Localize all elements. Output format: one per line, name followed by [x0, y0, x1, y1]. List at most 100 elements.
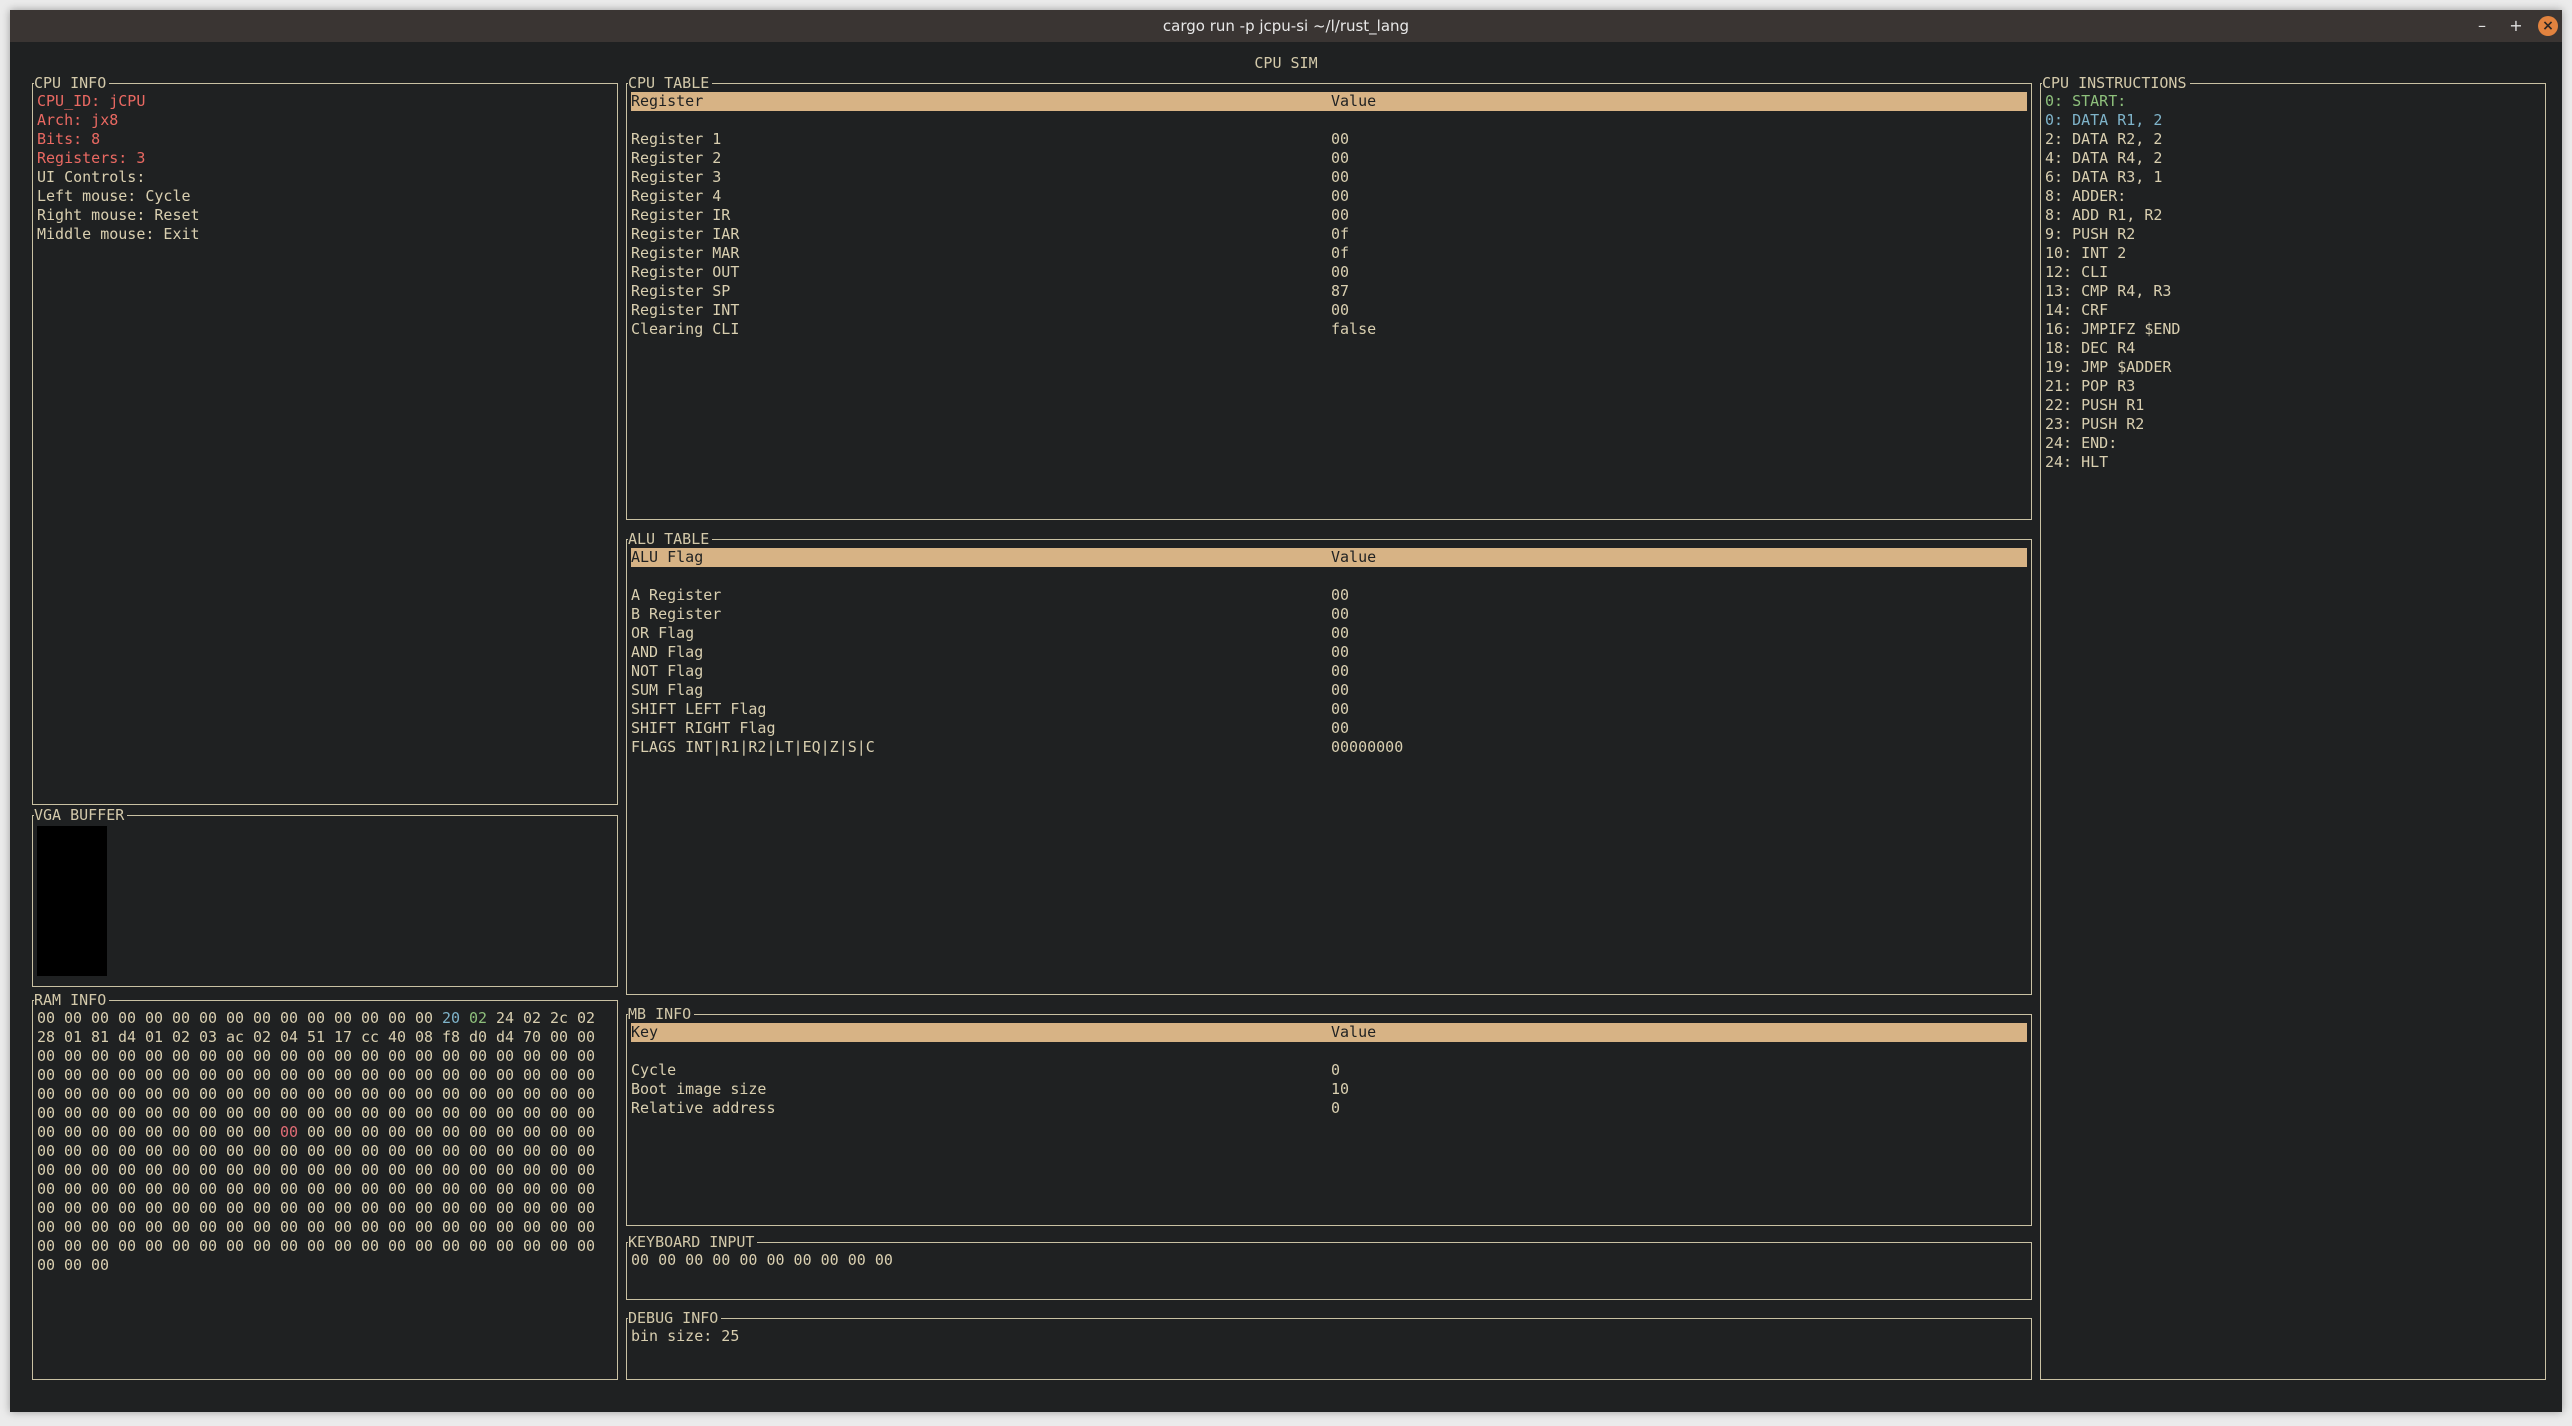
ram-row: 00 00 00 00 00 00 00 00 00 00 00 00 00 00 00 00 00 00 00 00…: [37, 1085, 613, 1104]
ram-byte: 00: [496, 1237, 515, 1255]
ram-row: 00 00 00 00 00 00 00 00 00 00 00 00 00 00 00 00 00 00 00 00…: [37, 1161, 613, 1180]
ram-byte: 00: [37, 1256, 56, 1274]
ram-byte: 00: [334, 1009, 353, 1027]
ram-byte: 00: [253, 1142, 272, 1160]
ram-byte: 00: [37, 1161, 56, 1179]
ram-byte: 02: [469, 1009, 488, 1027]
cpu-table-value: 00: [1331, 130, 1350, 148]
ram-row: 00 00 00 00 00 00 00 00 00 00 00 00 00 00 00 00 00 00 00 00…: [37, 1066, 613, 1085]
ram-byte: 00: [226, 1104, 245, 1122]
ram-byte: 00: [91, 1161, 110, 1179]
ram-byte: 00: [523, 1199, 542, 1217]
ram-byte: 00: [280, 1009, 299, 1027]
alu-table-row: OR Flag 00: [631, 624, 2027, 643]
ram-byte: 00: [307, 1237, 326, 1255]
ram-byte: 00: [550, 1199, 569, 1217]
ram-byte: 00: [577, 1180, 596, 1198]
ram-byte: 00: [361, 1066, 380, 1084]
cpu-table-row: Register 2 00: [631, 149, 2027, 168]
ram-byte: 00: [37, 1066, 56, 1084]
ram-byte: 00: [145, 1047, 164, 1065]
instruction-line: 16: JMPIFZ $END: [2045, 320, 2181, 338]
ram-byte: 00: [226, 1180, 245, 1198]
ram-byte: 00: [361, 1142, 380, 1160]
ram-byte: 00: [361, 1085, 380, 1103]
ram-byte: 00: [118, 1161, 137, 1179]
instruction-line: 0: START:: [2045, 92, 2127, 110]
cpu-info-line: Bits: 8: [37, 130, 101, 148]
cpu-table-spacer: [631, 111, 2027, 130]
window-titlebar[interactable]: cargo run -p jcpu-si ~/l/rust_lang – + ×: [10, 10, 2562, 42]
ram-byte: 00: [64, 1142, 83, 1160]
ram-byte: 00: [253, 1218, 272, 1236]
alu-table-header-key: ALU Flag: [631, 548, 704, 566]
cpu-table-title: CPU TABLE: [628, 74, 713, 93]
ram-byte: 00: [307, 1047, 326, 1065]
ram-byte: 00: [442, 1218, 461, 1236]
ram-byte: 00: [307, 1009, 326, 1027]
mb-info-panel: MB INFO Key Value Cycle 0 Boot image size 10 R…: [626, 1005, 2032, 1226]
ram-byte: 00: [469, 1237, 488, 1255]
keyboard-input-value: 00 00 00 00 00 00 00 00 00 00: [631, 1251, 893, 1269]
alu-table-title: ALU TABLE: [628, 530, 713, 549]
ram-byte: 00: [145, 1199, 164, 1217]
ram-byte: 00: [199, 1047, 218, 1065]
cpu-table-value: false: [1331, 320, 1377, 338]
minimize-button[interactable]: –: [2472, 16, 2492, 36]
ram-byte: 00: [172, 1066, 191, 1084]
close-button[interactable]: ×: [2538, 16, 2558, 36]
cpu-info-title: CPU INFO: [34, 74, 110, 93]
terminal-window: cargo run -p jcpu-si ~/l/rust_lang – + ×…: [10, 10, 2562, 1412]
mb-info-key: Boot image size: [631, 1080, 767, 1098]
ram-byte: 00: [91, 1218, 110, 1236]
ram-byte: 00: [64, 1180, 83, 1198]
ram-byte: 00: [37, 1085, 56, 1103]
ram-byte: ac: [226, 1028, 245, 1046]
ram-byte: 00: [226, 1123, 245, 1141]
terminal-area[interactable]: CPU SIM CPU INFO CPU_ID: jCPU Arch: jx8 Bi…: [10, 42, 2562, 1412]
ram-byte: 00: [226, 1237, 245, 1255]
ram-byte: 00: [145, 1161, 164, 1179]
ram-byte: 00: [172, 1161, 191, 1179]
ram-byte: 00: [388, 1066, 407, 1084]
instruction-line: 24: HLT: [2045, 453, 2109, 471]
cpu-table-row: Register OUT 00: [631, 263, 2027, 282]
ram-byte: 00: [226, 1142, 245, 1160]
ram-byte: 00: [550, 1047, 569, 1065]
ram-byte: 00: [199, 1161, 218, 1179]
ram-byte: 01: [145, 1028, 164, 1046]
ram-row: 00 00 00 00 00 00 00 00 00 00 00 00 00 00 00 00 00 00 00 00…: [37, 1180, 613, 1199]
cpu-table-key: Register 4: [631, 187, 722, 205]
cpu-table-row: Register MAR 0f: [631, 244, 2027, 263]
ram-byte: 00: [577, 1161, 596, 1179]
ram-byte: 00: [118, 1104, 137, 1122]
ram-info-title: RAM INFO: [34, 991, 110, 1010]
instruction-line: 8: ADD R1, R2: [2045, 206, 2163, 224]
maximize-button[interactable]: +: [2506, 16, 2526, 36]
ram-byte: 00: [118, 1085, 137, 1103]
instruction-list: 0: START: 0: DATA R1, 2 2: DATA R2, 2 4: DA…: [2045, 92, 2541, 472]
ram-byte: 00: [550, 1028, 569, 1046]
ram-byte: 00: [64, 1009, 83, 1027]
ram-byte: 00: [226, 1066, 245, 1084]
ram-byte: 00: [172, 1123, 191, 1141]
ram-byte: 00: [523, 1085, 542, 1103]
ram-byte: 00: [91, 1047, 110, 1065]
cpu-table-value: 0f: [1331, 225, 1350, 243]
cpu-table-panel: CPU TABLE Register Value Register 1 00 Regis…: [626, 74, 2032, 520]
cpu-table-value: 87: [1331, 282, 1350, 300]
ram-byte: 00: [307, 1104, 326, 1122]
ram-byte: 00: [37, 1142, 56, 1160]
ram-byte: 00: [145, 1066, 164, 1084]
ram-row: 00 00 00 00 00 00 00 00 00 00 00 00 00 00 00 00 00 00 00 00…: [37, 1047, 613, 1066]
ram-byte: 00: [307, 1218, 326, 1236]
ram-byte: 00: [496, 1142, 515, 1160]
ram-byte: 81: [91, 1028, 110, 1046]
ram-byte: 00: [523, 1104, 542, 1122]
ram-byte: 00: [550, 1066, 569, 1084]
ram-byte: 00: [577, 1237, 596, 1255]
ram-byte: 00: [361, 1104, 380, 1122]
cpu-table-key: Register 2: [631, 149, 722, 167]
alu-table-value: 00: [1331, 643, 1350, 661]
alu-table-key: AND Flag: [631, 643, 704, 661]
